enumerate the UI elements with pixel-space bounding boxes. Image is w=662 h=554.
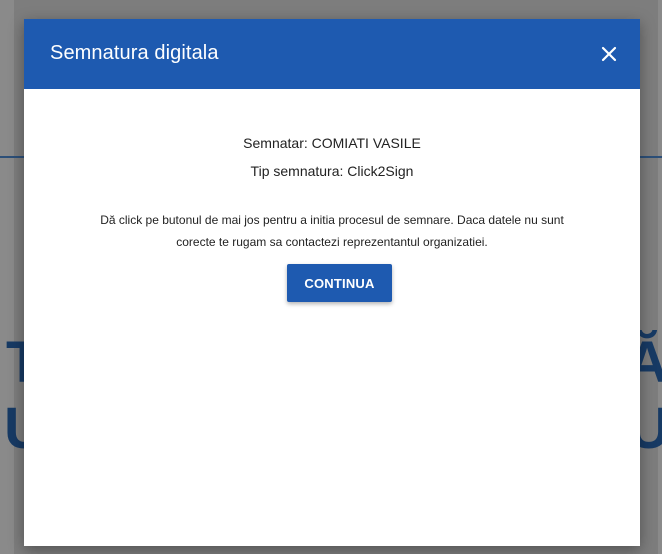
dialog-header: Semnatura digitala (24, 19, 640, 89)
instructions-text: Dă click pe butonul de mai jos pentru a … (44, 209, 620, 253)
signature-type: Tip semnatura: Click2Sign (250, 163, 414, 179)
instructions-line: corecte te rugam sa contactezi reprezent… (176, 235, 488, 249)
background-divider-left (0, 156, 24, 158)
page-edge-right (658, 0, 662, 554)
close-button[interactable] (594, 39, 624, 69)
continue-button[interactable]: CONTINUA (287, 264, 392, 302)
dialog-title: Semnatura digitala (50, 42, 219, 64)
background-divider-right (640, 156, 662, 158)
page-edge-left (0, 0, 14, 554)
digital-signature-dialog: Semnatura digitala Semnatar: COMIATI VAS… (24, 19, 640, 546)
close-icon (601, 46, 617, 62)
signer-name: Semnatar: COMIATI VASILE (243, 135, 421, 151)
instructions-line: Dă click pe butonul de mai jos pentru a … (100, 213, 564, 227)
